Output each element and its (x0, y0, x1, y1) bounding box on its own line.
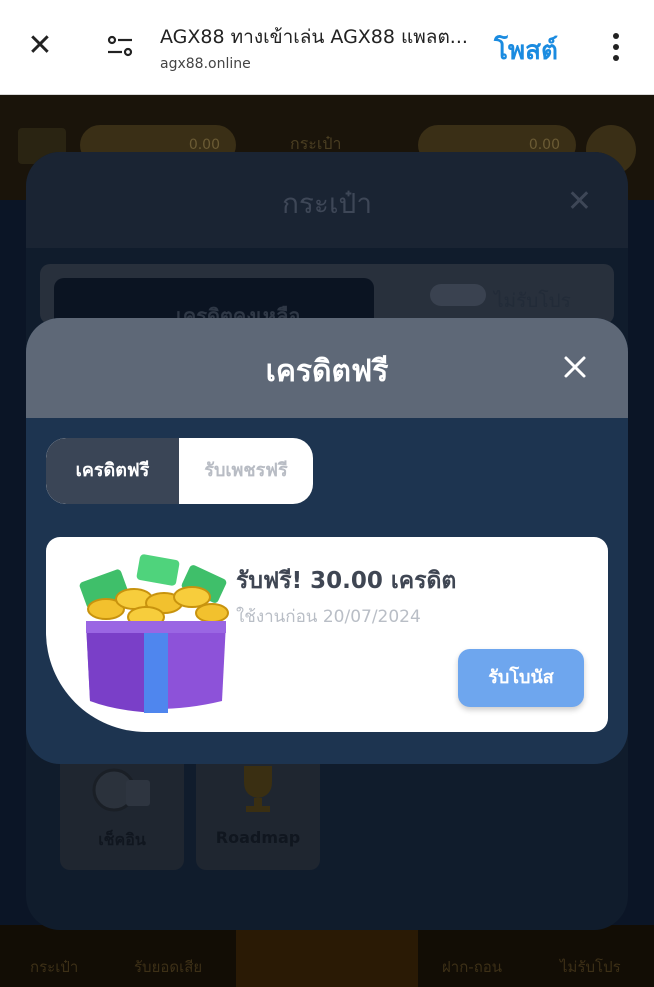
page-settings-icon[interactable] (104, 30, 136, 62)
claim-bonus-button[interactable]: รับโบนัส (458, 649, 584, 707)
footer-center-button (236, 930, 418, 987)
checkin-label: เช็คอิน (98, 830, 146, 849)
footer-item-deposit: ฝาก-ถอน (442, 958, 503, 976)
free-credit-modal: เครดิตฟรี เครดิตฟรี รับเพชรฟรี รับฟรี! 3… (26, 318, 628, 764)
calendar-clock-icon (90, 762, 154, 818)
bonus-title: รับฟรี! 30.00 เครดิต (236, 568, 457, 594)
tab-free-credit[interactable]: เครดิตฟรี (46, 438, 179, 504)
gift-box-icon (76, 551, 236, 721)
page-title: AGX88 ทางเข้าเล่น AGX88 แพลต... (160, 26, 468, 48)
more-menu-icon[interactable] (604, 30, 628, 66)
close-icon[interactable] (560, 352, 590, 382)
roadmap-label: Roadmap (215, 828, 301, 847)
checkin-tile: เช็คอิน (60, 752, 184, 870)
post-button[interactable]: โพสต์ (494, 30, 558, 71)
free-credit-title: เครดิตฟรี (265, 354, 389, 389)
bonus-expiry: ใช้งานก่อน 20/07/2024 (236, 607, 421, 627)
free-credit-tabs: เครดิตฟรี รับเพชรฟรี (46, 438, 313, 504)
browser-toolbar: ✕ AGX88 ทางเข้าเล่น AGX88 แพลต... agx88.… (0, 0, 654, 95)
free-credit-header: เครดิตฟรี (26, 318, 628, 418)
no-promo-label: ไม่รับโปร (494, 290, 571, 312)
bonus-card: รับฟรี! 30.00 เครดิต ใช้งานก่อน 20/07/20… (46, 537, 608, 732)
page-url: agx88.online (160, 56, 251, 72)
footer-item-no-promo: ไม่รับโปร (560, 958, 621, 976)
wallet-header: กระเป๋า ✕ (26, 152, 628, 248)
wallet-close-icon: ✕ (566, 184, 592, 219)
footer-item-wallet: กระเป๋า (30, 958, 79, 976)
roadmap-tile: Roadmap (196, 752, 320, 870)
wallet-title: กระเป๋า (281, 187, 373, 220)
footer-item-cashback: รับยอดเสีย (134, 958, 203, 976)
close-icon[interactable]: ✕ (22, 28, 58, 64)
no-promo-toggle (430, 284, 486, 306)
tab-free-diamond[interactable]: รับเพชรฟรี (179, 438, 313, 504)
trophy-icon (226, 762, 290, 818)
